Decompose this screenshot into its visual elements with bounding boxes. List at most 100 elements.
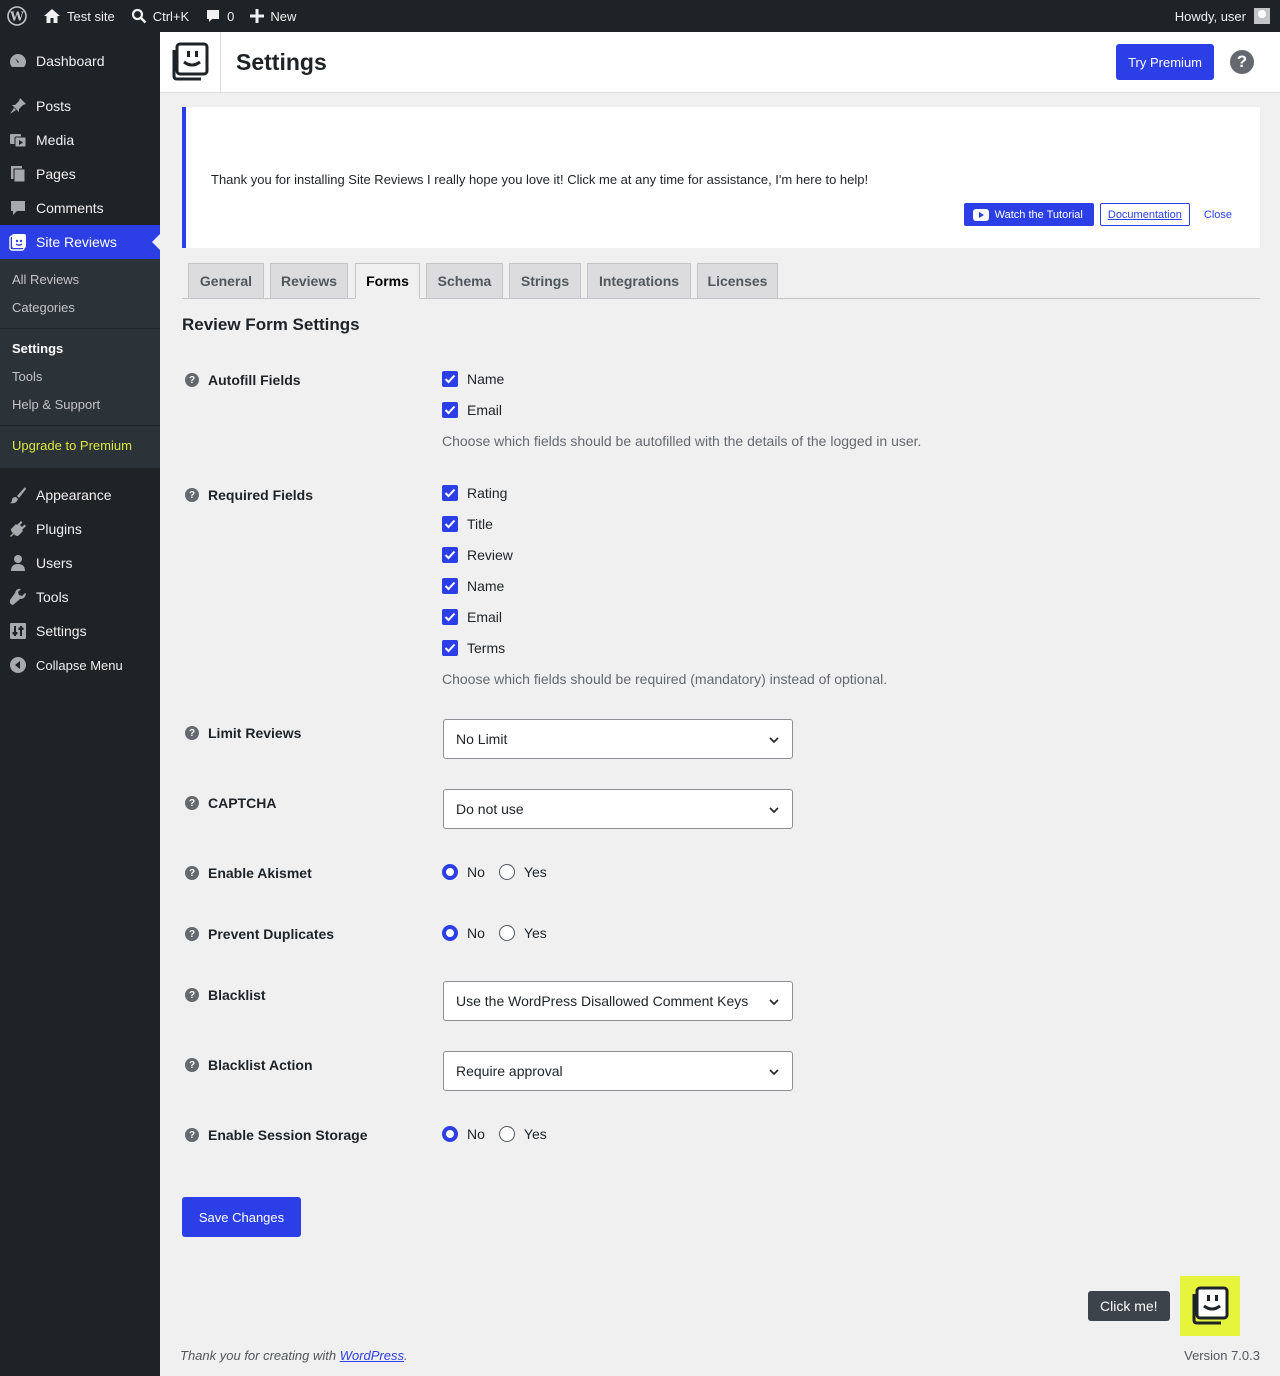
watch-tutorial-label: Watch the Tutorial [994,208,1083,221]
my-account-menu[interactable]: Howdy, user [1175,8,1280,24]
menu-posts[interactable]: Posts [0,89,160,123]
menu-comments[interactable]: Comments [0,191,160,225]
autofill-name-checkbox[interactable]: Name [442,371,504,387]
close-notice-link[interactable]: Close [1196,209,1240,221]
blacklist-text: Blacklist [208,987,266,1003]
menu-pages[interactable]: Pages [0,157,160,191]
tab-general[interactable]: General [188,263,264,299]
collapse-menu-button[interactable]: Collapse Menu [0,648,160,682]
watch-tutorial-button[interactable]: Watch the Tutorial [963,203,1094,226]
tab-licenses[interactable]: Licenses [697,263,778,299]
checkbox-label: Title [467,516,493,532]
required-name-checkbox[interactable]: Name [442,578,504,594]
help-icon[interactable]: ? [1230,50,1254,74]
submenu-upgrade-premium[interactable]: Upgrade to Premium [0,432,160,460]
submenu-settings[interactable]: Settings [0,335,160,363]
menu-site-reviews[interactable]: Site Reviews [0,225,160,259]
page-title: Settings [236,48,327,75]
tab-reviews[interactable]: Reviews [270,263,348,299]
checkbox-label: Email [467,609,503,625]
help-tooltip-icon[interactable]: ? [185,726,199,740]
new-content-menu[interactable]: New [242,0,304,32]
search-shortcut: Ctrl+K [152,8,190,24]
limit-reviews-label: ? Limit Reviews [185,725,301,741]
help-tooltip-icon[interactable]: ? [185,866,199,880]
required-terms-checkbox[interactable]: Terms [442,640,505,656]
menu-settings-label: Settings [36,623,87,639]
captcha-select[interactable]: Do not use [443,789,793,829]
documentation-button[interactable]: Documentation [1099,203,1190,226]
help-tooltip-icon[interactable]: ? [185,1128,199,1142]
wordpress-link[interactable]: WordPress [340,1348,404,1363]
help-tooltip-icon[interactable]: ? [185,373,199,387]
site-reviews-icon [9,234,26,251]
avatar [1254,8,1270,24]
pages-icon [11,166,26,183]
checkbox-label: Name [467,578,505,594]
footer-thanks: Thank you for creating with WordPress. [180,1348,408,1363]
new-label: New [270,8,297,24]
blacklist-select[interactable]: Use the WordPress Disallowed Comment Key… [443,981,793,1021]
try-premium-button[interactable]: Try Premium [1116,44,1214,80]
help-tooltip-icon[interactable]: ? [185,927,199,941]
menu-media-label: Media [36,132,75,148]
chevron-down-icon [769,737,779,744]
checkbox-label: Email [467,402,503,418]
menu-appearance[interactable]: Appearance [0,478,160,512]
submenu-categories[interactable]: Categories [0,294,160,322]
menu-tools[interactable]: Tools [0,580,160,614]
admin-sidebar: Dashboard Posts Media Pages Comments Sit… [0,32,160,1376]
required-review-checkbox[interactable]: Review [442,547,513,563]
chevron-down-icon [769,1069,779,1076]
session-storage-yes-radio[interactable] [498,1126,515,1142]
required-rating-checkbox[interactable]: Rating [442,485,507,501]
menu-dashboard[interactable]: Dashboard [0,44,160,78]
required-email-checkbox[interactable]: Email [442,609,502,625]
blacklist-action-select[interactable]: Require approval [443,1051,793,1091]
site-reviews-logo-icon [172,42,209,81]
help-tooltip-icon[interactable]: ? [185,796,199,810]
menu-users[interactable]: Users [0,546,160,580]
submenu-tools[interactable]: Tools [0,363,160,391]
wordpress-logo-menu[interactable]: W [0,0,35,32]
tab-strings[interactable]: Strings [509,263,581,299]
checkmark-icon [442,371,458,387]
autofill-description: Choose which fields should be autofilled… [442,433,922,449]
wrench-icon [9,588,27,605]
notice-text: Thank you for installing Site Reviews I … [211,172,869,187]
session-storage-no-radio[interactable] [442,1126,458,1142]
akismet-radio-group: No Yes [442,864,547,880]
tab-schema[interactable]: Schema [426,263,503,299]
duplicates-yes-radio[interactable] [498,925,515,941]
help-tooltip-icon[interactable]: ? [185,1058,199,1072]
menu-settings[interactable]: Settings [0,614,160,648]
checkmark-icon [442,547,458,563]
site-name: Test site [67,8,115,24]
assistant-button[interactable] [1180,1276,1240,1336]
save-changes-button[interactable]: Save Changes [182,1197,301,1237]
akismet-no-radio[interactable] [442,864,458,880]
pin-icon [10,98,26,114]
checkmark-icon [442,516,458,532]
menu-plugins[interactable]: Plugins [0,512,160,546]
checkbox-label: Terms [467,640,506,656]
submenu-all-reviews[interactable]: All Reviews [0,266,160,294]
required-title-checkbox[interactable]: Title [442,516,493,532]
autofill-email-checkbox[interactable]: Email [442,402,502,418]
tab-integrations[interactable]: Integrations [587,263,691,299]
radio-label: No [467,1126,485,1142]
comments-link[interactable]: 0 [197,0,242,32]
tab-forms[interactable]: Forms [355,263,420,299]
command-palette-button[interactable]: Ctrl+K [123,0,197,32]
limit-reviews-select[interactable]: No Limit [443,719,793,759]
help-tooltip-icon[interactable]: ? [185,488,199,502]
assistant-tooltip[interactable]: Click me! [1088,1291,1170,1321]
help-tooltip-icon[interactable]: ? [185,988,199,1002]
menu-media[interactable]: Media [0,123,160,157]
duplicates-no-radio[interactable] [442,925,458,941]
howdy-text: Howdy, user [1174,8,1246,24]
akismet-yes-radio[interactable] [498,864,515,880]
chevron-down-icon [769,999,779,1006]
submenu-help-support[interactable]: Help & Support [0,391,160,419]
site-name-link[interactable]: Test site [35,0,123,32]
